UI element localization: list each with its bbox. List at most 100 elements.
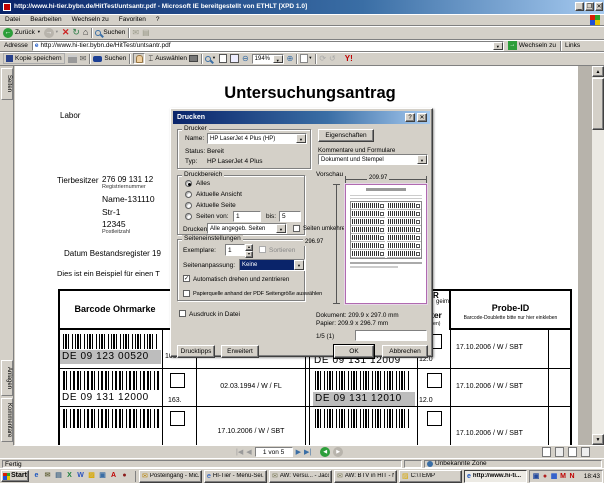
- previous-page-icon[interactable]: ◀: [246, 447, 251, 458]
- actual-size-icon[interactable]: [219, 54, 227, 63]
- radio-current-view[interactable]: [185, 191, 192, 198]
- radio-page-range[interactable]: [185, 213, 192, 220]
- save-copy-button[interactable]: Kopie speichern: [3, 53, 65, 64]
- security-tray-icon[interactable]: ●: [541, 472, 549, 481]
- previous-view-icon[interactable]: ◀: [320, 447, 330, 457]
- mail-quicklaunch-icon[interactable]: ✉: [43, 471, 52, 481]
- select-tool-button[interactable]: ⌶ Auswählen: [148, 54, 198, 63]
- previous-view-toolbar-icon[interactable]: ↺: [329, 54, 336, 63]
- create-pdf-button[interactable]: ▼: [300, 54, 312, 63]
- acrobat-quicklaunch-icon[interactable]: A: [109, 471, 118, 481]
- taskbar-task-button[interactable]: ehttp://www.hi-ti...: [464, 470, 527, 483]
- cancel-button[interactable]: Abbrechen: [382, 345, 428, 358]
- next-view-icon[interactable]: ▶: [333, 447, 343, 457]
- menu-favoriten[interactable]: Favoriten: [114, 16, 151, 23]
- tab-kommentare[interactable]: Kommentare: [1, 398, 13, 442]
- advanced-button[interactable]: Erweitert: [221, 345, 259, 358]
- refresh-icon[interactable]: ↻: [72, 27, 80, 37]
- taskbar-task-button[interactable]: ✉AW: Versu... - Jaco...: [269, 470, 332, 483]
- scroll-up-arrow[interactable]: ▲: [592, 66, 604, 77]
- zoom-out-button[interactable]: ⊖: [242, 54, 249, 63]
- page-to-input[interactable]: 5: [279, 211, 301, 222]
- address-input[interactable]: e http://www.hi-tier.bybn.de/HitTest/unt…: [32, 41, 504, 51]
- taskbar-task-button[interactable]: ✉Posteingang - Mic...: [139, 470, 202, 483]
- paper-source-checkbox[interactable]: [183, 290, 190, 297]
- desktop-quicklaunch-icon[interactable]: ▤: [54, 471, 63, 481]
- ie-quicklaunch-icon[interactable]: e: [32, 471, 41, 481]
- spinner-up-icon[interactable]: ▲: [245, 244, 253, 251]
- vertical-scrollbar[interactable]: ▲ ▼: [592, 66, 604, 445]
- print-icon[interactable]: [68, 55, 77, 63]
- page-from-input[interactable]: 1: [233, 211, 261, 222]
- first-page-icon[interactable]: |◀: [236, 447, 243, 458]
- netscape-tray-icon[interactable]: N: [568, 472, 576, 481]
- zoom-in-tool-button[interactable]: ▼: [205, 56, 216, 62]
- email-icon[interactable]: ✉: [80, 54, 87, 63]
- search-button[interactable]: Suchen: [95, 29, 125, 36]
- print-tips-button[interactable]: Drucktipps: [177, 345, 215, 358]
- reverse-pages-checkbox[interactable]: [293, 225, 300, 232]
- folder-quicklaunch-icon[interactable]: ▨: [87, 471, 96, 481]
- ok-button[interactable]: OK: [334, 345, 374, 358]
- address-dropdown-button[interactable]: ▼: [493, 42, 503, 50]
- autorotate-checkbox[interactable]: ✓: [183, 275, 190, 282]
- hand-tool-button[interactable]: [133, 53, 145, 64]
- minimize-button[interactable]: _: [575, 2, 584, 11]
- single-page-icon[interactable]: [542, 447, 551, 457]
- print-to-file-checkbox[interactable]: [179, 310, 186, 317]
- links-label[interactable]: Links: [561, 42, 584, 49]
- history-icon[interactable]: ✉: [132, 28, 139, 37]
- stop-icon[interactable]: ✕: [62, 27, 70, 37]
- menu-hilfe[interactable]: ?: [151, 16, 165, 23]
- printer-name-combo[interactable]: HP LaserJet 4 Plus (HP) ▼: [207, 133, 307, 144]
- comments-forms-combo[interactable]: Dokument und Stempel ▼: [318, 154, 428, 165]
- menu-datei[interactable]: Datei: [0, 16, 25, 23]
- print-page-icon[interactable]: ▤: [142, 28, 150, 37]
- dialog-help-button[interactable]: ?: [405, 113, 415, 122]
- mcafee-tray-icon[interactable]: M: [559, 472, 567, 481]
- pdf-search-button[interactable]: Suchen: [93, 55, 126, 62]
- page-indicator[interactable]: 1 von 5: [255, 447, 293, 457]
- media-quicklaunch-icon[interactable]: ●: [120, 471, 129, 481]
- zoom-in-button[interactable]: ⊕: [287, 54, 294, 63]
- yahoo-icon[interactable]: Y!: [345, 54, 353, 63]
- taskbar-task-button[interactable]: ✉AW: BTV in HIT - N...: [334, 470, 397, 483]
- go-button[interactable]: → Wechseln zu: [504, 41, 560, 50]
- word-quicklaunch-icon[interactable]: W: [76, 471, 85, 481]
- scaling-combo[interactable]: Keine ▼: [239, 259, 305, 271]
- close-button[interactable]: ✕: [595, 2, 603, 11]
- scroll-down-arrow[interactable]: ▼: [592, 434, 604, 445]
- copies-spinner[interactable]: ▲ ▼: [245, 244, 253, 256]
- forward-button[interactable]: → ▼: [44, 28, 59, 38]
- notes-quicklaunch-icon[interactable]: ▣: [98, 471, 107, 481]
- next-page-icon[interactable]: ▶: [296, 447, 301, 458]
- last-page-icon[interactable]: ▶|: [304, 447, 311, 458]
- radio-all-pages[interactable]: [185, 180, 192, 187]
- dialog-close-button[interactable]: ✕: [417, 113, 427, 122]
- continuous-facing-icon[interactable]: [581, 447, 590, 457]
- continuous-icon[interactable]: [555, 447, 564, 457]
- display-tray-icon[interactable]: ▣: [532, 472, 540, 481]
- taskbar-task-button[interactable]: ▨C:\TEMP: [399, 470, 462, 483]
- menu-bearbeiten[interactable]: Bearbeiten: [25, 16, 66, 23]
- scrollbar-thumb[interactable]: [592, 78, 604, 130]
- collate-checkbox[interactable]: [259, 246, 266, 253]
- tab-anlagen[interactable]: Anlagen: [1, 360, 13, 396]
- home-icon[interactable]: ⌂: [83, 27, 88, 37]
- radio-current-page[interactable]: [185, 202, 192, 209]
- back-button[interactable]: ← Zurück ▼: [3, 28, 41, 38]
- properties-button[interactable]: Eigenschaften: [318, 129, 374, 142]
- menu-wechseln-zu[interactable]: Wechseln zu: [67, 16, 114, 23]
- print-what-combo[interactable]: Alle angegeb. Seiten ▼: [207, 223, 287, 234]
- preview-page-slider[interactable]: [355, 330, 427, 341]
- facing-icon[interactable]: [568, 447, 577, 457]
- zoom-level-combo[interactable]: 194% ▼: [252, 54, 284, 64]
- rotate-icon[interactable]: ⟳: [319, 54, 326, 63]
- spinner-down-icon[interactable]: ▼: [245, 251, 253, 258]
- fit-width-icon[interactable]: [230, 54, 239, 63]
- app-tray-icon[interactable]: ▦: [550, 472, 558, 481]
- maximize-button[interactable]: ❐: [585, 2, 594, 11]
- taskbar-task-button[interactable]: eHI-Tier - Menü-Sei...: [204, 470, 267, 483]
- excel-quicklaunch-icon[interactable]: X: [65, 471, 74, 481]
- copies-input[interactable]: 1: [225, 244, 245, 256]
